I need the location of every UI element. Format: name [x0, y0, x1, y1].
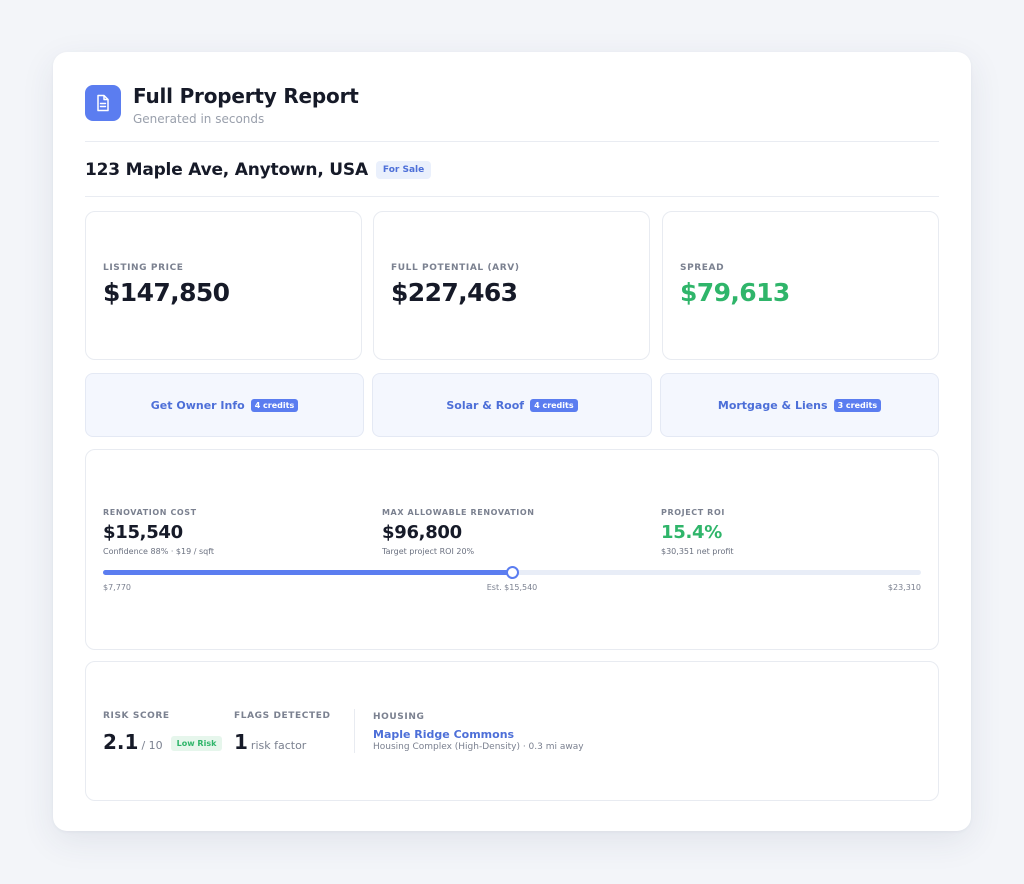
- housing-detail: Housing Complex (High-Density) · 0.3 mi …: [373, 742, 584, 752]
- credit-badge: 4 credits: [250, 398, 299, 412]
- report-header: Full Property Report Generated in second…: [85, 84, 939, 142]
- max-renovation-detail: Target project ROI 20%: [382, 547, 475, 556]
- project-roi-block: PROJECT ROI 15.4% $30,351 net profit: [661, 508, 734, 556]
- get-owner-info-label: Get Owner Info: [150, 398, 245, 412]
- renovation-cost-label: RENOVATION COST: [103, 508, 197, 517]
- range-min-label: $7,770: [103, 583, 131, 592]
- slider-fill: [103, 570, 512, 575]
- status-badge: For Sale: [375, 160, 432, 179]
- listing-price-card: LISTING PRICE $147,850: [85, 211, 362, 360]
- divider: [354, 709, 355, 753]
- renovation-panel: RENOVATION COST $15,540 Confidence 88% ·…: [85, 449, 939, 650]
- flags-detected-label: FLAGS DETECTED: [234, 711, 331, 721]
- solar-roof-button[interactable]: Solar & Roof 4 credits: [372, 373, 652, 437]
- renovation-cost-block: RENOVATION COST $15,540 Confidence 88% ·…: [103, 508, 214, 556]
- risk-score-row: 2.1 / 10 Low Risk: [103, 730, 223, 754]
- project-roi-value: 15.4%: [661, 522, 722, 543]
- document-icon: [85, 85, 121, 121]
- risk-score-value: 2.1: [103, 730, 139, 754]
- listing-price-label: LISTING PRICE: [103, 263, 184, 273]
- renovation-range-slider[interactable]: [103, 566, 921, 579]
- property-report-card: Full Property Report Generated in second…: [53, 52, 971, 831]
- property-address-row: 123 Maple Ave, Anytown, USA For Sale: [85, 143, 939, 197]
- range-max-label: $23,310: [887, 583, 921, 592]
- risk-panel: RISK SCORE 2.1 / 10 Low Risk FLAGS DETEC…: [85, 661, 939, 801]
- risk-score-scale: / 10: [141, 739, 163, 752]
- arv-card: FULL POTENTIAL (ARV) $227,463: [373, 211, 650, 360]
- housing-label: HOUSING: [373, 712, 425, 722]
- mortgage-liens-button[interactable]: Mortgage & Liens 3 credits: [660, 373, 939, 437]
- renovation-cost-value: $15,540: [103, 522, 183, 543]
- max-renovation-value: $96,800: [382, 522, 462, 543]
- slider-handle[interactable]: [506, 566, 519, 579]
- mortgage-liens-label: Mortgage & Liens: [717, 398, 828, 412]
- get-owner-info-button[interactable]: Get Owner Info 4 credits: [85, 373, 364, 437]
- renovation-cost-detail: Confidence 88% · $19 / sqft: [103, 547, 215, 556]
- property-address: 123 Maple Ave, Anytown, USA: [85, 159, 368, 180]
- risk-level-badge: Low Risk: [170, 736, 223, 751]
- flags-unit: risk factor: [250, 739, 307, 752]
- housing-link[interactable]: Maple Ridge Commons: [373, 728, 514, 741]
- arv-label: FULL POTENTIAL (ARV): [391, 263, 520, 273]
- spread-label: SPREAD: [680, 263, 725, 273]
- project-roi-label: PROJECT ROI: [661, 508, 725, 517]
- listing-price-value: $147,850: [103, 278, 230, 307]
- solar-roof-label: Solar & Roof: [446, 398, 525, 412]
- max-renovation-label: MAX ALLOWABLE RENOVATION: [382, 508, 535, 517]
- spread-value: $79,613: [680, 278, 790, 307]
- document-icon-glyph: [97, 94, 109, 112]
- risk-score-label: RISK SCORE: [103, 711, 170, 721]
- arv-value: $227,463: [391, 278, 518, 307]
- max-renovation-block: MAX ALLOWABLE RENOVATION $96,800 Target …: [382, 508, 535, 556]
- credit-badge: 3 credits: [833, 398, 882, 412]
- range-estimate-label: Est. $15,540: [486, 583, 538, 592]
- spread-card: SPREAD $79,613: [662, 211, 939, 360]
- flags-detected-row: 1 risk factor: [234, 730, 306, 754]
- flags-count: 1: [234, 730, 248, 754]
- page-title: Full Property Report: [133, 84, 359, 108]
- project-roi-detail: $30,351 net profit: [661, 547, 734, 556]
- page-subtitle: Generated in seconds: [133, 112, 265, 126]
- credit-badge: 4 credits: [530, 398, 578, 412]
